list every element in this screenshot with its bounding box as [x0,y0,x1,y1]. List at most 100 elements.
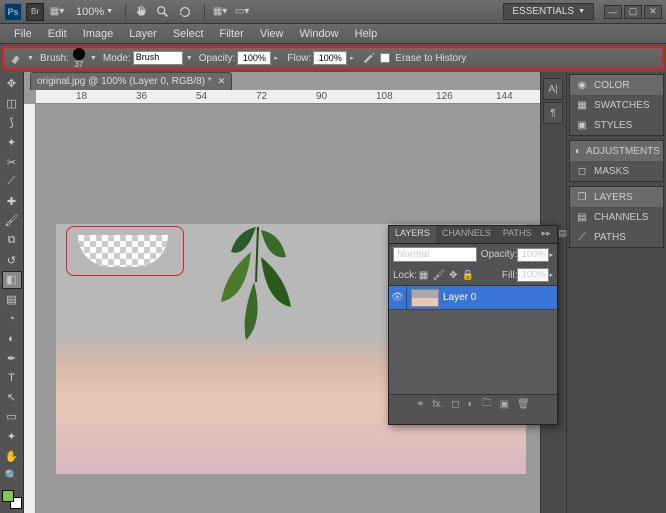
tab-layers[interactable]: LAYERS [389,226,436,243]
menu-filter[interactable]: Filter [211,28,251,40]
panel-dock: ◉COLOR ▦SWATCHES ▣STYLES ◐ADJUSTMENTS ◻M… [566,72,666,513]
crop-tool-icon[interactable]: ✂ [2,153,22,171]
mode-select[interactable]: Brush [133,51,183,65]
menu-view[interactable]: View [252,28,292,40]
brush-tool-icon[interactable]: 🖌 [2,212,22,230]
zoom-dropdown[interactable]: 100%▼ [76,6,113,18]
adjustments-icon: ◐ [575,144,581,158]
zoom-tool-icon[interactable] [154,3,172,21]
close-icon[interactable]: ✕ [218,76,226,87]
opacity-label: Opacity: [199,53,236,64]
layer-thumbnail[interactable] [411,289,439,307]
lock-all-icon[interactable]: 🔒 [461,270,473,281]
chevron-down-icon[interactable]: ▼ [90,54,98,62]
options-bar: ▼ Brush: 37 ▼ Mode: Brush ▼ Opacity: 100… [2,46,664,70]
menu-window[interactable]: Window [292,28,347,40]
layer-opacity-field[interactable]: 100% [517,248,549,262]
link-layers-icon[interactable]: ⚭ [416,399,424,410]
visibility-toggle-icon[interactable]: 👁 [389,286,407,309]
shape-tool-icon[interactable]: ▭ [2,408,22,426]
close-button[interactable]: ✕ [644,5,662,19]
bridge-icon[interactable]: Br [26,3,44,21]
gradient-tool-icon[interactable]: ▤ [2,291,22,309]
paths-panel-button[interactable]: ⟋PATHS [570,227,663,247]
color-swatch[interactable] [2,490,22,510]
workspace-label: ESSENTIALS [512,6,574,17]
dodge-tool-icon[interactable]: ◐ [2,330,22,348]
color-panel-button[interactable]: ◉COLOR [570,75,663,95]
zoom-tool-icon[interactable]: 🔍 [2,467,22,485]
rotate-view-icon[interactable] [176,3,194,21]
chevron-right-icon[interactable]: ▸ [274,54,282,62]
menu-select[interactable]: Select [165,28,212,40]
layer-mask-icon[interactable]: ◻ [451,399,459,410]
lock-pixels-icon[interactable]: 🖌 [432,270,445,281]
lock-position-icon[interactable]: ✥ [449,270,457,281]
menu-layer[interactable]: Layer [121,28,165,40]
stamp-tool-icon[interactable]: ⧉ [2,232,22,250]
chevron-down-icon[interactable]: ▼ [27,54,35,62]
layer-name[interactable]: Layer 0 [443,292,476,303]
screen-mode2-icon[interactable]: ▭▾ [233,3,251,21]
eraser-tool-preset-icon[interactable] [8,50,24,66]
magic-wand-tool-icon[interactable]: ✦ [2,134,22,152]
history-brush-tool-icon[interactable]: ↺ [2,251,22,269]
swatches-panel-button[interactable]: ▦SWATCHES [570,95,663,115]
tab-paths[interactable]: PATHS [497,226,538,243]
maximize-button[interactable]: ▢ [624,5,642,19]
layers-panel-button[interactable]: ❒LAYERS [570,187,663,207]
erase-history-checkbox[interactable] [380,53,390,63]
type-tool-icon[interactable]: T [2,369,22,387]
menu-file[interactable]: File [6,28,40,40]
content-area: ✥ ◫ ⟆ ✦ ✂ ⟋ ✚ 🖌 ⧉ ↺ ◧ ▤ ◔ ◐ ✒ T ↖ ▭ ✦ ✋ … [0,72,666,513]
path-tool-icon[interactable]: ↖ [2,389,22,407]
marquee-tool-icon[interactable]: ◫ [2,95,22,113]
menu-edit[interactable]: Edit [40,28,75,40]
blur-tool-icon[interactable]: ◔ [2,310,22,328]
styles-icon: ▣ [575,118,589,132]
pen-tool-icon[interactable]: ✒ [2,349,22,367]
airbrush-icon[interactable] [361,50,377,66]
character-panel-icon[interactable]: A| [543,78,563,100]
panel-menu-icon[interactable]: ▤ [555,226,572,243]
channels-panel-button[interactable]: ▤CHANNELS [570,207,663,227]
tab-channels[interactable]: CHANNELS [436,226,497,243]
eyedropper-tool-icon[interactable]: ⟋ [2,173,22,191]
document-tab[interactable]: original.jpg @ 100% (Layer 0, RGB/8) * ✕ [30,72,232,90]
opacity-field[interactable]: 100% [237,51,271,65]
masks-panel-button[interactable]: ◻MASKS [570,161,663,181]
layer-group-icon[interactable]: 🗀 [482,396,492,413]
eraser-tool-icon[interactable]: ◧ [2,271,22,289]
chevron-down-icon[interactable]: ▼ [186,54,194,62]
foreground-color-swatch[interactable] [2,490,14,502]
lock-transparency-icon[interactable]: ▦ [419,270,428,281]
lasso-tool-icon[interactable]: ⟆ [2,114,22,132]
screen-mode-icon[interactable]: ▦▾ [48,3,66,21]
adjustment-layer-icon[interactable]: ◐ [468,399,474,410]
chevron-right-icon[interactable]: ▸ [350,54,358,62]
arrange-docs-icon[interactable]: ▦▾ [211,3,229,21]
menu-image[interactable]: Image [75,28,122,40]
3d-tool-icon[interactable]: ✦ [2,428,22,446]
minimize-button[interactable]: — [604,5,622,19]
paragraph-panel-icon[interactable]: ¶ [543,102,563,124]
workspace-switcher[interactable]: ESSENTIALS▼ [503,3,594,20]
new-layer-icon[interactable]: ▣ [500,399,509,410]
adjustments-panel-button[interactable]: ◐ADJUSTMENTS [570,141,663,161]
styles-panel-button[interactable]: ▣STYLES [570,115,663,135]
flow-field[interactable]: 100% [313,51,347,65]
layer-row[interactable]: 👁 Layer 0 [389,286,557,310]
menu-help[interactable]: Help [347,28,386,40]
collapse-icon[interactable]: ▸▸ [538,226,555,243]
blend-mode-select[interactable]: Normal [393,247,477,262]
brush-preview-icon[interactable] [73,48,85,60]
move-tool-icon[interactable]: ✥ [2,75,22,93]
layer-fill-field[interactable]: 100% [517,268,549,282]
layer-fx-icon[interactable]: fx. [433,399,444,410]
layers-panel[interactable]: LAYERS CHANNELS PATHS ▸▸ ▤ Normal Opacit… [388,225,558,425]
hand-tool-icon[interactable]: ✋ [2,447,22,465]
delete-layer-icon[interactable]: 🗑 [517,399,530,410]
photoshop-logo-icon[interactable]: Ps [4,3,22,21]
hand-tool-icon[interactable] [132,3,150,21]
healing-tool-icon[interactable]: ✚ [2,193,22,211]
